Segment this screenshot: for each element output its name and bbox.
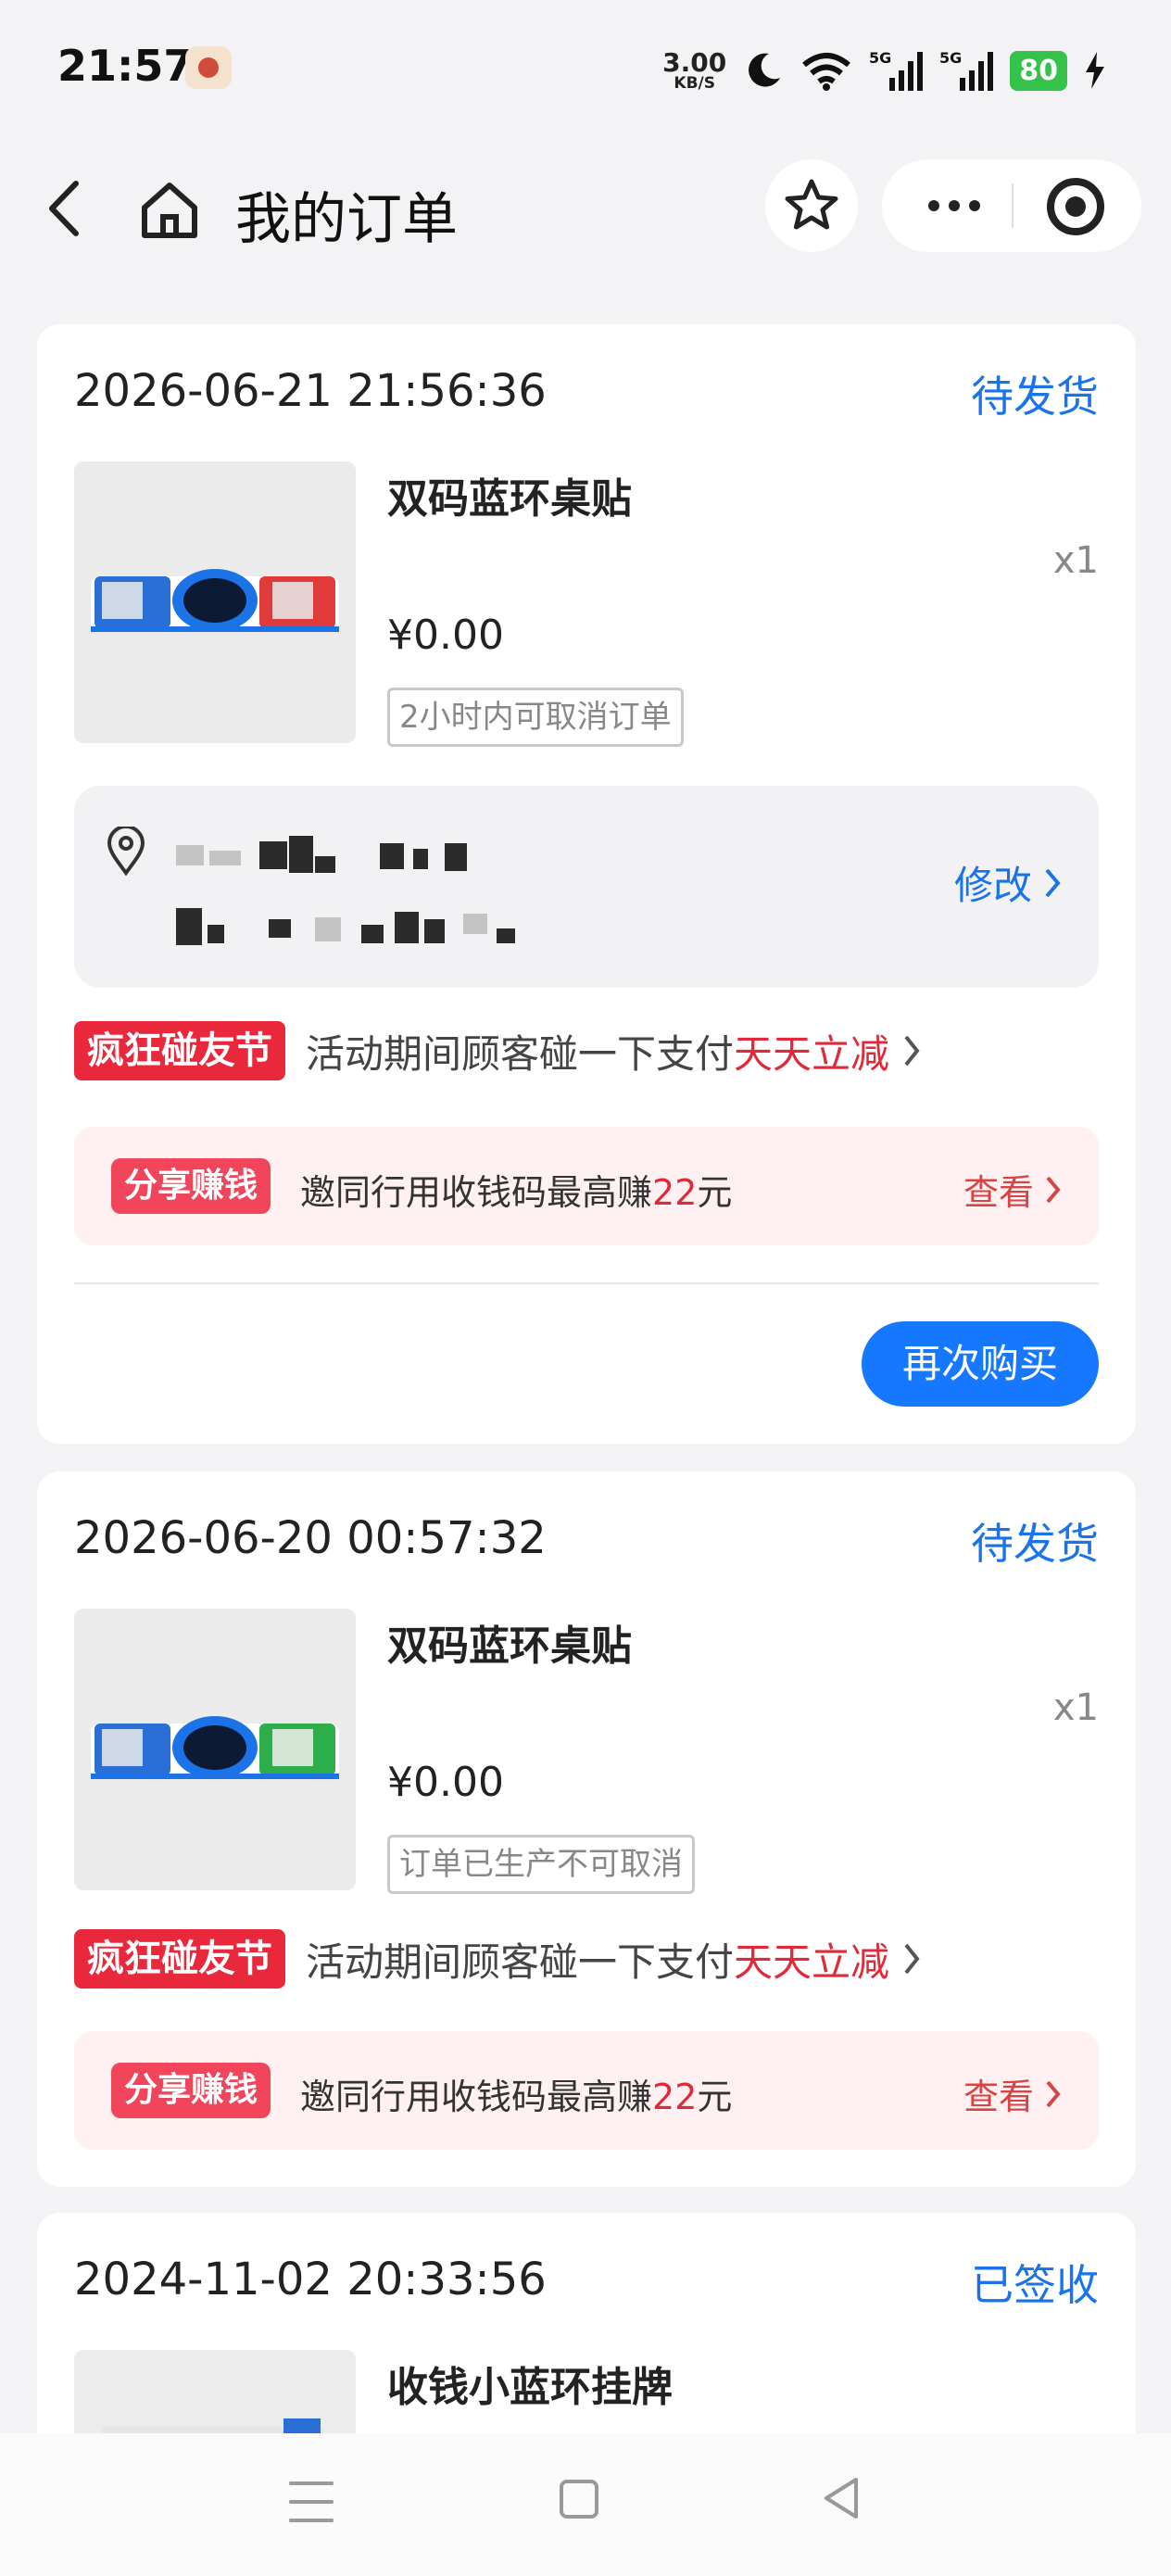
share-text-container: 邀同行用收钱码最高赚22元 [300, 2068, 732, 2119]
system-nav-bar [0, 2433, 1171, 2576]
order-card: 2026-06-20 00:57:32 待发货 双码蓝环桌贴 x1 ¥0.00 … [37, 1471, 1136, 2187]
chevron-right-icon [1045, 868, 1061, 897]
order-time: 2026-06-20 00:57:32 [74, 1512, 547, 1564]
promo-banner[interactable]: 疯狂碰友节 活动期间顾客碰一下支付 天天立减 [74, 1929, 921, 1989]
promo-text: 活动期间顾客碰一下支付 [306, 1030, 735, 1077]
battery-level: 80 [1010, 50, 1067, 91]
promo-banner[interactable]: 疯狂碰友节 活动期间顾客碰一下支付 天天立减 [74, 1021, 921, 1080]
charging-icon [1086, 52, 1104, 89]
share-text-container: 邀同行用收钱码最高赚22元 [300, 1164, 732, 1215]
share-view-label: 查看 [963, 1172, 1034, 1213]
product-image [91, 1716, 339, 1779]
product-price: ¥0.00 [387, 1759, 504, 1806]
share-badge: 分享赚钱 [111, 2063, 271, 2118]
network-speed-value: 3.00 [662, 46, 727, 78]
share-view-link[interactable]: 查看 [963, 2068, 1062, 2119]
product-name: 收钱小蓝环挂牌 [387, 2364, 673, 2411]
cancel-policy-tag: 订单已生产不可取消 [387, 1835, 695, 1894]
star-icon [785, 179, 838, 230]
share-earn-banner[interactable]: 分享赚钱 邀同行用收钱码最高赚22元 查看 [74, 1127, 1099, 1245]
svg-text:5G: 5G [869, 49, 891, 67]
promo-highlight: 天天立减 [734, 1938, 890, 1985]
product-thumbnail[interactable] [74, 1609, 356, 1890]
share-unit: 元 [697, 2077, 733, 2117]
order-status: 已签收 [971, 2260, 1099, 2310]
chevron-right-icon [904, 1035, 920, 1067]
share-view-label: 查看 [963, 2077, 1034, 2117]
share-text: 邀同行用收钱码最高赚 [300, 2077, 653, 2117]
product-quantity: x1 [1052, 539, 1099, 582]
promo-badge: 疯狂碰友节 [74, 1021, 285, 1080]
wifi-icon [802, 53, 851, 91]
order-time: 2026-06-21 21:56:36 [74, 365, 547, 417]
order-status: 待发货 [971, 372, 1099, 422]
buy-again-button[interactable]: 再次购买 [862, 1321, 1099, 1407]
share-view-link[interactable]: 查看 [963, 1164, 1062, 1215]
order-card: 2026-06-21 21:56:36 待发货 双码蓝环桌贴 x1 ¥0.00 … [37, 324, 1136, 1444]
miniapp-capsule [882, 159, 1141, 252]
address-redacted [176, 836, 658, 956]
cancel-policy-tag: 2小时内可取消订单 [387, 688, 684, 747]
edit-address-button[interactable]: 修改 [954, 854, 1062, 911]
edit-address-label: 修改 [953, 863, 1032, 908]
capsule-divider [1012, 183, 1014, 228]
app-notification-icon [185, 46, 232, 89]
moon-icon [749, 53, 781, 87]
share-earn-banner[interactable]: 分享赚钱 邀同行用收钱码最高赚22元 查看 [74, 2031, 1099, 2150]
product-name: 双码蓝环桌贴 [387, 1623, 632, 1670]
share-badge: 分享赚钱 [111, 1158, 271, 1214]
nav-bar: 我的订单 [0, 139, 1171, 278]
page-title: 我的订单 [235, 187, 458, 252]
status-time: 21:57 [57, 41, 194, 91]
share-amount: 22 [652, 2077, 698, 2117]
status-bar: 21:57 3.00 KB/S 5G 5G 80 [0, 0, 1171, 139]
location-pin-icon [107, 827, 145, 877]
back-nav-button[interactable] [819, 2474, 863, 2522]
order-status: 待发货 [971, 1519, 1099, 1569]
close-miniapp-button[interactable] [1047, 178, 1104, 235]
signal-5g-icon: 5G [869, 49, 924, 91]
share-amount: 22 [652, 1172, 698, 1213]
signal-5g-icon: 5G [939, 49, 994, 91]
promo-highlight: 天天立减 [734, 1030, 890, 1077]
promo-badge: 疯狂碰友节 [74, 1929, 285, 1989]
network-speed: 3.00 KB/S [662, 46, 727, 93]
chevron-right-icon [1046, 1176, 1061, 1203]
order-time: 2024-11-02 20:33:56 [74, 2254, 547, 2305]
product-quantity: x1 [1052, 1686, 1099, 1729]
product-image [91, 569, 339, 632]
share-unit: 元 [697, 1172, 733, 1213]
chevron-right-icon [904, 1943, 920, 1975]
home-button[interactable] [137, 178, 202, 243]
product-price: ¥0.00 [387, 612, 504, 659]
promo-text: 活动期间顾客碰一下支付 [306, 1938, 735, 1985]
favorite-button[interactable] [765, 159, 858, 252]
svg-text:5G: 5G [939, 49, 962, 67]
network-speed-unit: KB/S [674, 73, 715, 93]
home-nav-button[interactable] [560, 2480, 598, 2519]
recent-apps-button[interactable] [289, 2481, 334, 2522]
chevron-right-icon [1046, 2080, 1061, 2107]
back-button[interactable] [39, 176, 94, 241]
card-divider [74, 1282, 1099, 1284]
share-text: 邀同行用收钱码最高赚 [300, 1172, 653, 1213]
more-button[interactable] [908, 180, 1001, 232]
product-thumbnail[interactable] [74, 461, 356, 743]
product-name: 双码蓝环桌贴 [387, 475, 632, 523]
shipping-address[interactable]: 修改 [74, 786, 1099, 988]
status-icons: 3.00 KB/S 5G 5G 80 [662, 43, 1106, 98]
